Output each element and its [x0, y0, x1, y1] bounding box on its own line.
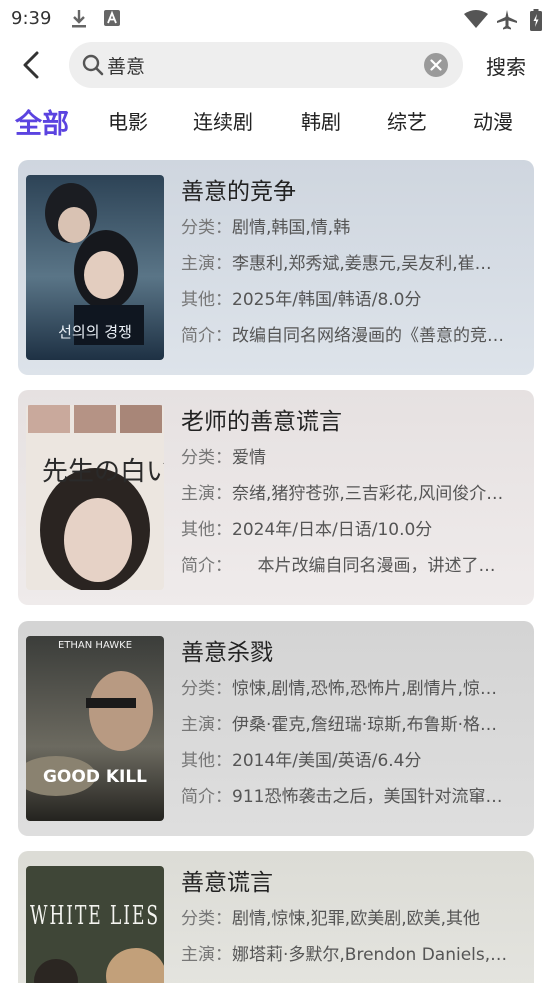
- cast-value: 奈绪,猪狩苍弥,三吉彩花,风间俊介…: [232, 484, 504, 504]
- tab-all[interactable]: 全部: [15, 102, 69, 141]
- genre-label: 分类：: [181, 909, 232, 929]
- status-bar: 9:39: [0, 0, 552, 38]
- result-title: 老师的善意谎言: [181, 409, 342, 435]
- result-card[interactable]: ETHAN HAWKE GOOD KILL 善意杀戮 分类：惊悚,剧情,恐怖,恐…: [18, 621, 534, 836]
- other-value: 2025年/韩国/韩语/8.0分: [232, 290, 422, 310]
- battery-icon: [530, 9, 542, 35]
- result-other: 其他：2025年/韩国/韩语/8.0分: [181, 284, 526, 316]
- cast-value: 娜塔莉·多默尔,Brendon Daniels,…: [232, 945, 508, 965]
- result-genre: 分类：爱情: [181, 442, 526, 474]
- download-icon: [70, 9, 88, 33]
- genre-value: 剧情,韩国,情,韩: [232, 218, 351, 238]
- other-value: 2014年/美国/英语/6.4分: [232, 751, 422, 771]
- tab-movies[interactable]: 电影: [108, 106, 148, 135]
- result-synopsis: 简介： 本片改编自同名漫画，讲述了…: [181, 550, 526, 582]
- poster-image: 선의의 경쟁: [26, 175, 164, 360]
- poster-title-text: WHITE LIES: [30, 901, 160, 931]
- wifi-icon: [464, 9, 488, 33]
- result-synopsis: 简介：改编自同名网络漫画的《善意的竞…: [181, 320, 526, 352]
- result-cast: 主演：李惠利,郑秀斌,姜惠元,吴友利,崔…: [181, 248, 526, 280]
- poster-image: ETHAN HAWKE GOOD KILL: [26, 636, 164, 821]
- genre-value: 爱情: [232, 448, 266, 468]
- result-cast: 主演：娜塔莉·多默尔,Brendon Daniels,…: [181, 939, 526, 971]
- other-value: 2024年/日本/日语/10.0分: [232, 520, 433, 540]
- result-genre: 分类：惊悚,剧情,恐怖,恐怖片,剧情片,惊…: [181, 673, 526, 705]
- result-title: 善意杀戮: [181, 640, 273, 666]
- result-other: 其他：2024年/日本/日语/10.0分: [181, 514, 526, 546]
- cast-label: 主演：: [181, 945, 232, 965]
- genre-label: 分类：: [181, 679, 232, 699]
- poster-title-text: 先生の白い嘘: [42, 457, 164, 487]
- other-label: 其他：: [181, 751, 232, 771]
- cast-label: 主演：: [181, 484, 232, 504]
- tab-anime[interactable]: 动漫: [473, 106, 513, 135]
- result-genre: 分类：剧情,惊悚,犯罪,欧美剧,欧美,其他: [181, 903, 526, 935]
- other-label: 其他：: [181, 520, 232, 540]
- other-label: 其他：: [181, 290, 232, 310]
- category-tabs: 全部 电影 连续剧 韩剧 综艺 动漫: [0, 100, 552, 140]
- synopsis-value: 本片改编自同名漫画，讲述了…: [223, 556, 496, 576]
- text-app-icon: [104, 9, 120, 31]
- synopsis-label: 简介：: [181, 326, 232, 346]
- cast-label: 主演：: [181, 254, 232, 274]
- search-field[interactable]: [69, 42, 463, 88]
- search-icon: [82, 54, 104, 80]
- tab-series[interactable]: 连续剧: [193, 106, 253, 135]
- back-arrow-icon: [23, 51, 39, 79]
- synopsis-label: 简介：: [181, 556, 224, 576]
- result-cast: 主演：奈绪,猪狩苍弥,三吉彩花,风间俊介…: [181, 478, 526, 510]
- tab-variety[interactable]: 综艺: [387, 106, 427, 135]
- genre-value: 惊悚,剧情,恐怖,恐怖片,剧情片,惊…: [232, 679, 498, 699]
- synopsis-value: 改编自同名网络漫画的《善意的竞…: [232, 326, 504, 346]
- poster-title-text: 선의의 경쟁: [58, 323, 132, 341]
- poster-title-text: GOOD KILL: [43, 767, 147, 787]
- genre-value: 剧情,惊悚,犯罪,欧美剧,欧美,其他: [232, 909, 481, 929]
- result-card[interactable]: WHITE LIES 善意谎言 分类：剧情,惊悚,犯罪,欧美剧,欧美,其他 主演…: [18, 851, 534, 983]
- genre-label: 分类：: [181, 448, 232, 468]
- result-cast: 主演：伊桑·霍克,詹纽瑞·琼斯,布鲁斯·格…: [181, 709, 526, 741]
- result-genre: 分类：剧情,韩国,情,韩: [181, 212, 526, 244]
- genre-label: 分类：: [181, 218, 232, 238]
- cast-value: 李惠利,郑秀斌,姜惠元,吴友利,崔…: [232, 254, 492, 274]
- tab-korean-drama[interactable]: 韩剧: [301, 106, 341, 135]
- synopsis-value: 911恐怖袭击之后，美国针对流窜…: [232, 787, 503, 807]
- result-card[interactable]: 先生の白い嘘 老师的善意谎言 分类：爱情 主演：奈绪,猪狩苍弥,三吉彩花,风间俊…: [18, 390, 534, 605]
- airplane-mode-icon: [496, 9, 518, 35]
- result-other: 其他：2014年/美国/英语/6.4分: [181, 745, 526, 777]
- search-button[interactable]: 搜索: [486, 51, 526, 80]
- search-input[interactable]: [107, 42, 417, 88]
- cast-value: 伊桑·霍克,詹纽瑞·琼斯,布鲁斯·格…: [232, 715, 498, 735]
- close-icon: [430, 59, 442, 71]
- result-synopsis: 简介：911恐怖袭击之后，美国针对流窜…: [181, 781, 526, 813]
- result-title: 善意的竞争: [181, 179, 296, 205]
- clear-search-button[interactable]: [424, 53, 448, 77]
- search-bar: 搜索: [0, 42, 552, 88]
- back-button[interactable]: [14, 48, 48, 82]
- result-title: 善意谎言: [181, 870, 273, 896]
- poster-image: 先生の白い嘘: [26, 405, 164, 590]
- result-card[interactable]: 선의의 경쟁 善意的竞争 分类：剧情,韩国,情,韩 主演：李惠利,郑秀斌,姜惠元…: [18, 160, 534, 375]
- poster-actor-text: ETHAN HAWKE: [58, 640, 132, 651]
- poster-image: WHITE LIES: [26, 866, 164, 983]
- status-time: 9:39: [11, 8, 52, 29]
- cast-label: 主演：: [181, 715, 232, 735]
- synopsis-label: 简介：: [181, 787, 232, 807]
